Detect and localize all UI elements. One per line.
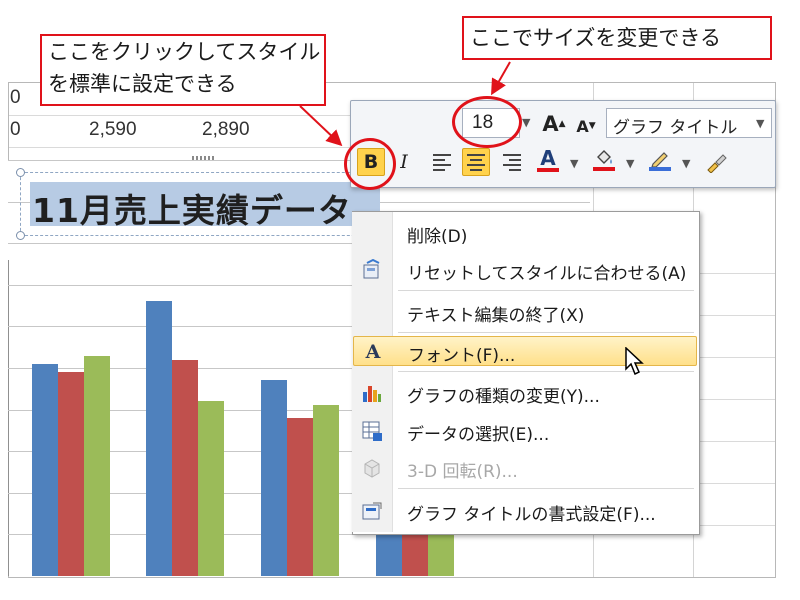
font-icon: A <box>362 341 384 363</box>
font-name-value: グラフ タイトル <box>613 118 738 138</box>
italic-icon: I <box>400 151 408 173</box>
sheet-cell[interactable]: 0 <box>10 87 21 109</box>
menu-item-select-data[interactable]: データの選択(E)... <box>353 416 697 446</box>
callout-size-tip: ここでサイズを変更できる <box>462 16 772 60</box>
format-title-icon <box>361 500 383 522</box>
mouse-cursor-icon <box>625 347 644 376</box>
format-painter-button[interactable] <box>702 148 730 176</box>
menu-item-label: リセットしてスタイルに合わせる(A) <box>407 264 687 284</box>
chart-vertical-axis <box>8 260 9 576</box>
rotation-3d-icon <box>361 457 383 479</box>
align-center-icon <box>467 154 485 171</box>
chart-bar[interactable] <box>146 301 172 576</box>
align-right-icon <box>503 154 521 171</box>
line-color-dropdown-icon[interactable]: ▼ <box>682 157 690 170</box>
chart-bar[interactable] <box>32 363 58 576</box>
font-name-dropdown-icon[interactable]: ▼ <box>756 117 764 130</box>
chart-bar[interactable] <box>84 355 110 576</box>
menu-separator <box>398 371 694 372</box>
grow-font-button[interactable]: A ▲ <box>540 110 568 138</box>
align-center-button[interactable] <box>462 148 490 176</box>
chart-bar[interactable] <box>58 372 84 576</box>
sheet-cell[interactable]: 2,590 <box>89 119 137 141</box>
reset-style-icon <box>361 259 383 281</box>
shrink-font-button[interactable]: A ▼ <box>572 112 600 140</box>
callout-text-line: ここをクリックしてスタイル <box>48 40 321 64</box>
align-right-button[interactable] <box>498 148 526 176</box>
chart-bar[interactable] <box>313 405 339 576</box>
title-handle[interactable] <box>16 231 25 240</box>
menu-item-label: グラフ タイトルの書式設定(F)... <box>407 505 656 525</box>
callout-text-line: ここでサイズを変更できる <box>470 26 721 50</box>
chart-bar[interactable] <box>287 417 313 576</box>
select-data-icon <box>361 420 383 442</box>
chart-bar[interactable] <box>198 401 224 576</box>
sheet-cell[interactable]: 0 <box>10 119 21 141</box>
menu-item-font[interactable]: A フォント(F)... <box>353 336 697 366</box>
chart-bar[interactable] <box>261 380 287 576</box>
align-left-icon <box>433 154 451 171</box>
callout-style-tip: ここをクリックしてスタイル を標準に設定できる <box>40 34 326 106</box>
menu-item-delete[interactable]: 削除(D) <box>353 218 697 248</box>
chart-title[interactable]: 11月売上実績データ <box>32 184 352 232</box>
font-color-button[interactable]: A <box>534 146 562 174</box>
menu-separator <box>398 332 694 333</box>
font-size-dropdown-icon[interactable]: ▼ <box>522 116 530 129</box>
menu-item-label: 削除(D) <box>407 227 468 247</box>
line-color-swatch <box>649 167 671 171</box>
font-color-swatch <box>537 168 559 172</box>
fill-color-button[interactable] <box>590 146 618 174</box>
font-color-dropdown-icon[interactable]: ▼ <box>570 157 578 170</box>
menu-item-label: フォント(F)... <box>408 346 516 366</box>
menu-separator <box>398 488 694 489</box>
font-name-box[interactable]: グラフ タイトル <box>606 108 772 138</box>
grow-font-icon: A <box>542 112 559 136</box>
pencil-icon <box>651 152 668 167</box>
align-left-button[interactable] <box>428 148 456 176</box>
font-color-icon: A <box>540 146 556 170</box>
menu-item-label: グラフの種類の変更(Y)... <box>407 387 600 407</box>
font-icon-letter: A <box>365 341 381 363</box>
menu-item-label: データの選択(E)... <box>407 425 550 445</box>
menu-item-format-chart-title[interactable]: グラフ タイトルの書式設定(F)... <box>353 496 697 526</box>
title-handle[interactable] <box>16 168 25 177</box>
menu-item-reset-style[interactable]: リセットしてスタイルに合わせる(A) <box>353 255 697 285</box>
fill-color-swatch <box>593 167 615 171</box>
shrink-font-icon: A <box>576 116 589 136</box>
format-painter-icon <box>707 154 727 173</box>
menu-separator <box>398 290 694 291</box>
highlight-ring-bold <box>344 138 396 190</box>
menu-item-exit-text-edit[interactable]: テキスト編集の終了(X) <box>353 297 697 327</box>
menu-item-label: テキスト編集の終了(X) <box>407 306 585 326</box>
line-color-button[interactable] <box>646 146 674 174</box>
menu-item-change-chart-type[interactable]: グラフの種類の変更(Y)... <box>353 378 697 408</box>
menu-item-3d-rotation: 3-D 回転(R)... <box>353 453 697 483</box>
sheet-cell[interactable]: 2,890 <box>202 119 250 141</box>
chart-resize-handle[interactable] <box>192 156 216 160</box>
chart-type-icon <box>361 382 383 404</box>
highlight-ring-font-size <box>452 96 522 148</box>
paint-bucket-icon <box>597 150 612 164</box>
menu-item-label: 3-D 回転(R)... <box>407 462 518 482</box>
callout-text-line: を標準に設定できる <box>48 72 237 96</box>
chart-bar[interactable] <box>172 359 198 576</box>
fill-color-dropdown-icon[interactable]: ▼ <box>626 157 634 170</box>
